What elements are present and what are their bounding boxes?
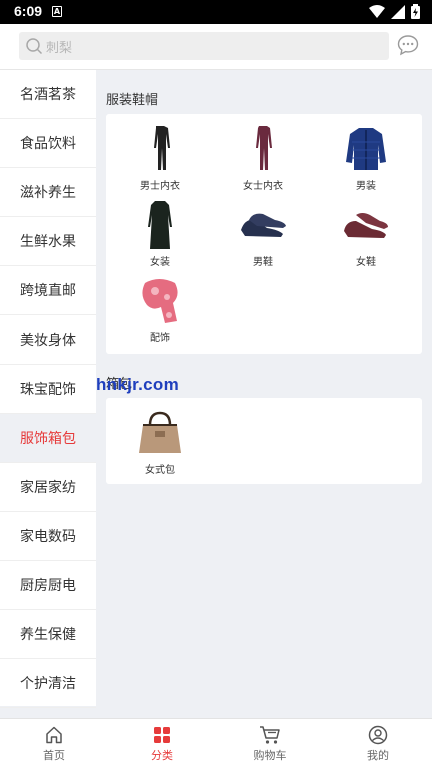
product-grid: 女式包 [106, 398, 422, 484]
tab-label: 分类 [151, 749, 173, 762]
product-label: 女装 [150, 257, 170, 268]
product-label: 女鞋 [356, 257, 376, 268]
product-item[interactable]: 男鞋 [213, 200, 313, 268]
battery-icon [411, 4, 420, 19]
womens-coat-icon [148, 201, 172, 249]
product-item[interactable]: 男士内衣 [110, 124, 210, 192]
search-icon [26, 38, 43, 55]
sidebar-item[interactable]: 美妆身体 [0, 315, 96, 365]
sidebar-item[interactable]: 个护清洁 [0, 659, 96, 709]
product-grid: 男士内衣 女士内衣 男装 女装 男鞋 女鞋 配饰 [106, 114, 422, 354]
product-item[interactable]: 女鞋 [316, 200, 416, 268]
cart-icon [260, 726, 280, 744]
product-label: 配饰 [150, 333, 170, 344]
wifi-icon [369, 4, 385, 18]
tab-label: 购物车 [253, 749, 287, 762]
signal-icon [391, 4, 405, 19]
sidebar-item[interactable]: 珠宝配饰 [0, 365, 96, 414]
sidebar-item-active[interactable]: 服饰箱包 [0, 413, 96, 463]
sidebar-item[interactable]: 生鲜水果 [0, 217, 96, 267]
handbag-icon [139, 411, 181, 453]
tab-cart[interactable]: 购物车 [216, 719, 324, 768]
product-label: 女式包 [145, 465, 175, 476]
tab-profile[interactable]: 我的 [324, 719, 432, 768]
womens-shoes-icon [344, 213, 388, 238]
tab-home[interactable]: 首页 [0, 719, 108, 768]
sidebar-item[interactable]: 厨房厨电 [0, 561, 96, 611]
product-label: 男鞋 [253, 257, 273, 268]
mens-jacket-icon [346, 128, 386, 170]
status-bar: 6:09 A [0, 0, 432, 24]
notification-icon: A [52, 6, 62, 17]
search-input[interactable]: 刺梨 [19, 32, 389, 60]
womens-underwear-icon [256, 126, 272, 170]
sidebar-item[interactable]: 跨境直邮 [0, 266, 96, 316]
product-item[interactable]: 女装 [110, 200, 210, 268]
scarf-icon [142, 279, 178, 323]
product-label: 男士内衣 [140, 181, 180, 192]
bottom-tab-bar: 首页 分类 购物车 我的 [0, 718, 432, 768]
watermark-text: hnkjr.com [96, 375, 180, 394]
mens-underwear-icon [154, 126, 170, 170]
sidebar-item[interactable]: 家居家纺 [0, 463, 96, 512]
search-placeholder: 刺梨 [46, 41, 73, 56]
product-item[interactable]: 女士内衣 [213, 124, 313, 192]
category-grid-icon [154, 727, 170, 743]
sidebar-item[interactable]: 食品饮料 [0, 119, 96, 169]
tab-label: 首页 [43, 749, 65, 762]
category-sidebar: 名酒茗茶 食品饮料 滋补养生 生鲜水果 跨境直邮 美妆身体 珠宝配饰 服饰箱包 … [0, 70, 96, 709]
sidebar-item[interactable]: 养生保健 [0, 610, 96, 660]
tab-label: 我的 [367, 749, 389, 762]
mens-shoes-icon [241, 213, 286, 237]
product-label: 男装 [356, 181, 376, 192]
sidebar-item[interactable]: 滋补养生 [0, 168, 96, 218]
section-title: 服装鞋帽 [106, 93, 159, 108]
product-label: 女士内衣 [243, 181, 283, 192]
product-item[interactable]: 配饰 [110, 276, 210, 344]
product-item[interactable]: 男装 [316, 124, 416, 192]
header: 刺梨 [0, 24, 432, 70]
tab-category[interactable]: 分类 [108, 719, 216, 768]
user-icon [368, 725, 388, 745]
system-icons [369, 4, 420, 19]
product-item[interactable]: 女式包 [110, 408, 210, 476]
status-time: 6:09 [14, 3, 43, 19]
message-icon[interactable] [397, 34, 419, 56]
sidebar-item[interactable]: 家电数码 [0, 512, 96, 561]
sidebar-item[interactable]: 名酒茗茶 [0, 70, 96, 120]
home-icon [46, 726, 62, 744]
